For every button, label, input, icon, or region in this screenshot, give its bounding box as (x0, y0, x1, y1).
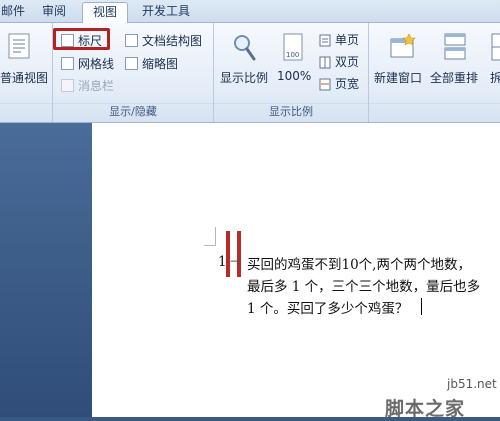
tab-developer[interactable]: 开发工具 (134, 2, 198, 21)
gridlines-label: 网格线 (78, 57, 115, 71)
ruler-checkbox[interactable] (61, 34, 74, 47)
new-window-button[interactable]: 新建窗口 (374, 69, 422, 86)
split-icon[interactable] (491, 33, 500, 65)
doc-text-line-3[interactable]: 1 个。买回了多少个鸡蛋？ (247, 297, 408, 317)
tab-arrow-icon: → (230, 254, 241, 268)
margin-corner-mark (204, 227, 216, 246)
doc-text-line-2[interactable]: 最后多 1 个，三个三个地数，量后也多 (247, 275, 480, 295)
doc-text-line-1[interactable]: 买回的鸡蛋不到10个,两个两个地数， (247, 253, 471, 273)
group-document-views: 普通视图 (0, 23, 53, 122)
ribbon-tab-bar: 邮件 审阅 视图 开发工具 (0, 0, 500, 23)
document-page[interactable]: 1 → 买回的鸡蛋不到10个,两个两个地数， 最后多 1 个，三个三个地数，量后… (92, 123, 500, 417)
ruler-label: 标尺 (78, 34, 103, 48)
thumbnails-label: 缩略图 (142, 57, 179, 71)
zoom-button[interactable]: 显示比例 (220, 69, 268, 86)
tab-review[interactable]: 审阅 (34, 2, 74, 21)
one-page-button[interactable]: 单页 (335, 31, 359, 48)
group-show-hide: 标尺 网格线 消息栏 文档结构图 缩略图 显示/隐藏 (53, 23, 214, 122)
tab-view[interactable]: 视图 (82, 2, 128, 23)
ribbon: 普通视图 标尺 网格线 消息栏 文档结构图 缩略图 显示/隐藏 显示比例 100… (0, 23, 500, 123)
one-page-icon[interactable] (319, 32, 331, 51)
normal-view-button[interactable]: 普通视图 (0, 69, 48, 86)
zoom-group-label: 显示比例 (269, 105, 313, 118)
magnifier-icon[interactable] (232, 33, 258, 67)
new-window-icon[interactable] (389, 33, 417, 65)
page-width-icon[interactable] (319, 76, 331, 95)
message-bar-label: 消息栏 (78, 79, 115, 93)
document-map-label: 文档结构图 (142, 34, 203, 48)
arrange-all-icon[interactable] (443, 33, 467, 65)
svg-text:100: 100 (286, 51, 299, 59)
two-pages-icon[interactable] (319, 54, 331, 73)
gridlines-checkbox[interactable] (61, 57, 74, 70)
page-width-button[interactable]: 页宽 (335, 75, 359, 92)
hundred-percent-icon[interactable]: 100 (282, 33, 306, 67)
show-hide-group-label: 显示/隐藏 (109, 105, 157, 118)
text-cursor (421, 298, 422, 315)
document-map-checkbox[interactable] (125, 34, 138, 47)
thumbnails-checkbox[interactable] (125, 57, 138, 70)
group-window: 新建窗口 全部重排 拆 (369, 23, 500, 122)
two-pages-button[interactable]: 双页 (335, 53, 359, 70)
tab-mailings[interactable]: 邮件 (0, 2, 26, 21)
zoom-100-button[interactable]: 100% (277, 69, 311, 83)
split-button[interactable]: 拆 (490, 69, 500, 86)
message-bar-checkbox (61, 79, 74, 92)
arrange-all-button[interactable]: 全部重排 (430, 69, 478, 86)
group-zoom: 显示比例 100 100% 单页 双页 页宽 显示比例 (214, 23, 369, 122)
normal-view-icon[interactable] (8, 33, 30, 63)
watermark-site: jb51.net (447, 377, 497, 391)
